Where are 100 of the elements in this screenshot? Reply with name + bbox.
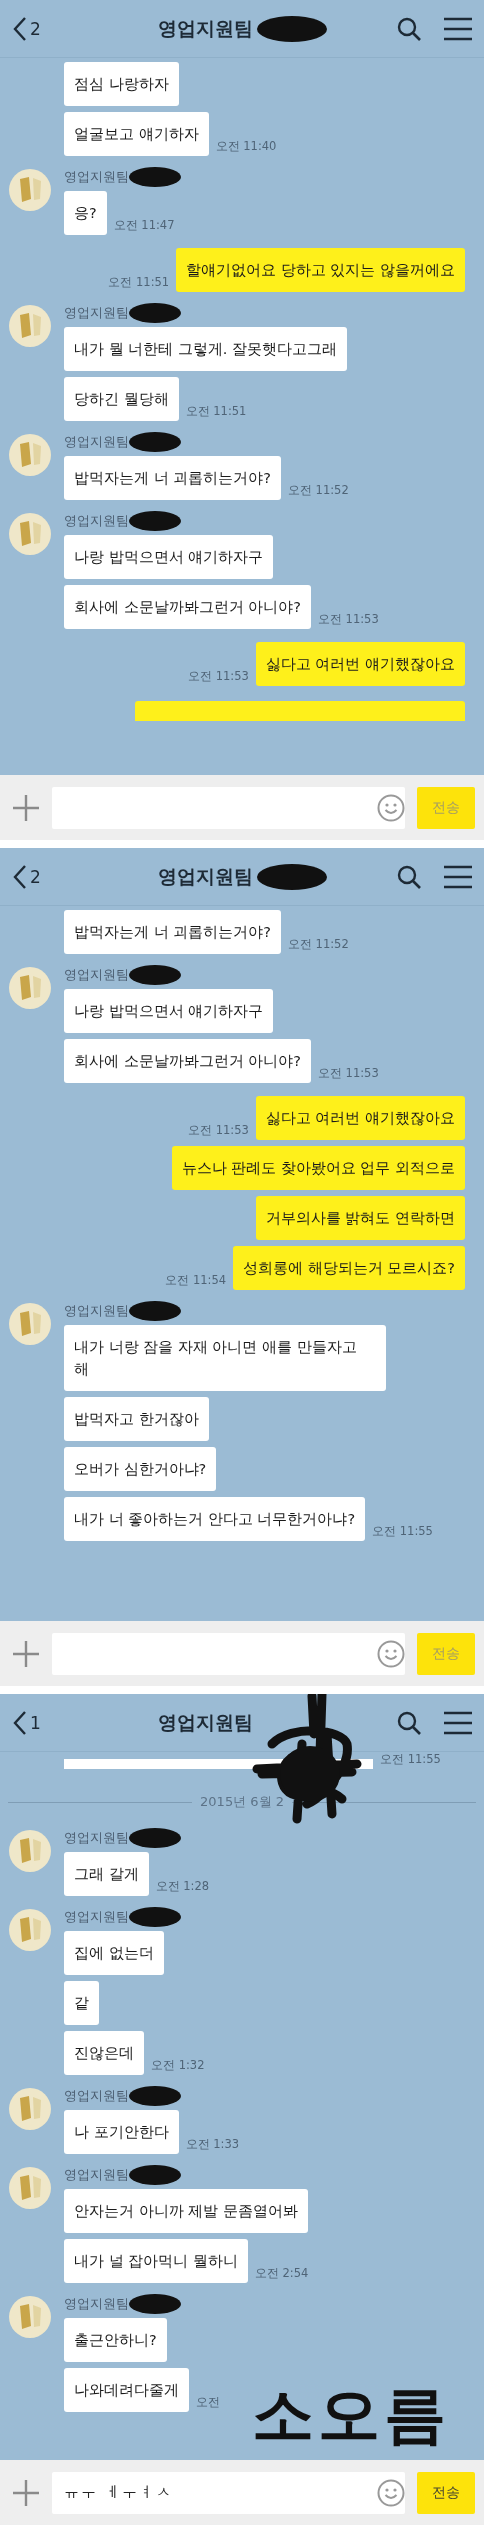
sender-name: 영업지원팀	[64, 2087, 129, 2105]
timestamp: 오전 11:51	[185, 404, 247, 419]
chat-title: 영업지원팀	[157, 15, 253, 41]
redaction-mark	[129, 1907, 181, 1927]
timestamp: 오전 2:54	[254, 2266, 309, 2281]
back-icon[interactable]	[12, 863, 28, 890]
message-bubble: 회사에 소문날까봐그런거 아니야?	[64, 585, 311, 629]
timestamp: 오전 11:53	[317, 612, 379, 627]
unread-count: 2	[30, 18, 41, 39]
message-bubble: 싫다고 여러번 얘기했잖아요	[255, 642, 465, 686]
emoji-icon[interactable]	[377, 793, 405, 822]
emoji-icon[interactable]	[377, 2478, 405, 2507]
avatar[interactable]	[9, 1830, 51, 1872]
message-bubble: 거부의사를 밝혀도 연락하면	[255, 1196, 465, 1240]
redaction-mark	[129, 1828, 181, 1848]
message-bubble: 오버가 심한거아냐?	[64, 1447, 217, 1491]
timestamp: 오전 1:32	[151, 2058, 205, 2073]
message-bubble: 내가 너 좋아하는거 안다고 너무한거아냐?	[64, 1497, 366, 1541]
avatar[interactable]	[9, 2088, 51, 2130]
sender-name: 영업지원팀	[64, 512, 129, 530]
message-bubble: 성희롱에 해당되는거 모르시죠?	[233, 1246, 465, 1290]
menu-icon[interactable]	[444, 16, 472, 41]
message-bubble: 출근안하니?	[64, 2318, 167, 2362]
message-input[interactable]	[52, 1632, 405, 1675]
timestamp: 오전 11:55	[372, 1524, 433, 1539]
message-bubble: 나랑 밥먹으면서 얘기하자구	[64, 535, 274, 579]
message-bubble: 밥먹자는게 너 괴롭히는거야?	[64, 910, 281, 954]
handwritten-note: 소오름	[252, 2384, 450, 2446]
timestamp: 오전 11:40	[215, 139, 277, 154]
sender-name: 영업지원팀	[64, 2295, 129, 2313]
timestamp: 오전 11:52	[287, 483, 349, 498]
avatar[interactable]	[9, 169, 51, 211]
message-bubble: 당하긴 뭘당해	[64, 377, 179, 421]
message-input[interactable]	[52, 786, 405, 829]
timestamp: 오전 11:47	[113, 218, 175, 233]
redaction-mark	[129, 2086, 181, 2106]
sender-name: 영업지원팀	[64, 1829, 129, 1847]
search-icon[interactable]	[396, 1709, 422, 1736]
plus-icon[interactable]	[12, 1639, 40, 1668]
message-bubble: 응?	[64, 191, 107, 235]
avatar[interactable]	[9, 305, 51, 347]
unread-count: 2	[30, 866, 41, 887]
message-bubble: 내가 뭘 너한테 그렇게. 잘못햇다고그래	[64, 327, 348, 371]
sender-name: 영업지원팀	[64, 168, 129, 186]
avatar[interactable]	[9, 434, 51, 476]
chat-title: 영업지원팀	[157, 863, 253, 889]
message-bubble: 같	[64, 1981, 99, 2025]
avatar[interactable]	[9, 2296, 51, 2338]
redaction-mark	[129, 1301, 181, 1321]
sender-name: 영업지원팀	[64, 1908, 129, 1926]
timestamp: 오전 11:52	[287, 937, 349, 952]
message-bubble: 안자는거 아니까 제발 문좀열어봐	[64, 2189, 308, 2233]
back-icon[interactable]	[12, 15, 28, 42]
redaction-mark	[129, 511, 181, 531]
message-input[interactable]: ㅠㅜ ㅔㅜㅕㅅ	[52, 2471, 405, 2514]
menu-icon[interactable]	[444, 864, 472, 889]
redaction-mark	[129, 2165, 181, 2185]
sender-name: 영업지원팀	[64, 1302, 129, 1320]
chat-title: 영업지원팀	[157, 1709, 253, 1735]
message-bubble: 싫다고 여러번 얘기했잖아요	[255, 1096, 465, 1140]
avatar[interactable]	[9, 1303, 51, 1345]
redaction-mark	[129, 2294, 181, 2314]
message-bubble: 밥먹자고 한거잖아	[64, 1397, 209, 1441]
emoji-icon[interactable]	[377, 1639, 405, 1668]
plus-icon[interactable]	[12, 793, 40, 822]
avatar[interactable]	[9, 967, 51, 1009]
message-bubble: 할얘기없어요 당하고 있지는 않을꺼에요	[176, 248, 465, 292]
message-bubble: 그래 갈게	[64, 1852, 149, 1896]
send-button[interactable]: 전송	[417, 2471, 475, 2514]
avatar[interactable]	[9, 2167, 51, 2209]
message-bubble: 뉴스나 판례도 찾아봤어요 업무 외적으로	[171, 1146, 465, 1190]
timestamp: 오전 11:53	[188, 669, 249, 684]
redaction-mark	[129, 167, 181, 187]
message-bubble: 나랑 밥먹으면서 얘기하자구	[64, 989, 274, 1033]
timestamp: 오전 11:55	[380, 1752, 441, 1767]
unread-count: 1	[30, 1712, 41, 1733]
message-bubble: 밥먹자는게 너 괴롭히는거야?	[64, 456, 281, 500]
timestamp: 오전 11:54	[165, 1273, 227, 1288]
redaction-mark	[129, 303, 181, 323]
plus-icon[interactable]	[12, 2478, 40, 2507]
search-icon[interactable]	[396, 863, 422, 890]
redaction-mark	[129, 432, 181, 452]
message-bubble: 집에 없는더	[64, 1931, 164, 1975]
avatar[interactable]	[9, 513, 51, 555]
timestamp: 오전 11:51	[108, 275, 170, 290]
message-bubble: 진않은데	[64, 2031, 144, 2075]
timestamp: 오전 1:28	[155, 1879, 210, 1894]
avatar[interactable]	[9, 1909, 51, 1951]
date-divider: 2015년 6월 2	[200, 1793, 284, 1811]
message-bubble: 회사에 소문날까봐그런거 아니야?	[64, 1039, 311, 1083]
message-bubble: 내가 너랑 잠을 자재 아니면 애를 만들자고 해	[64, 1325, 386, 1391]
search-icon[interactable]	[396, 15, 422, 42]
sender-name: 영업지원팀	[64, 966, 129, 984]
sender-name: 영업지원팀	[64, 433, 129, 451]
message-bubble: 얼굴보고 얘기하자	[64, 112, 209, 156]
message-bubble: 내가 널 잡아먹니 뭘하니	[64, 2239, 248, 2283]
timestamp: 오전 11:53	[317, 1066, 379, 1081]
message-bubble: 나 포기안한다	[64, 2110, 179, 2154]
menu-icon[interactable]	[444, 1710, 472, 1735]
back-icon[interactable]	[12, 1709, 28, 1736]
